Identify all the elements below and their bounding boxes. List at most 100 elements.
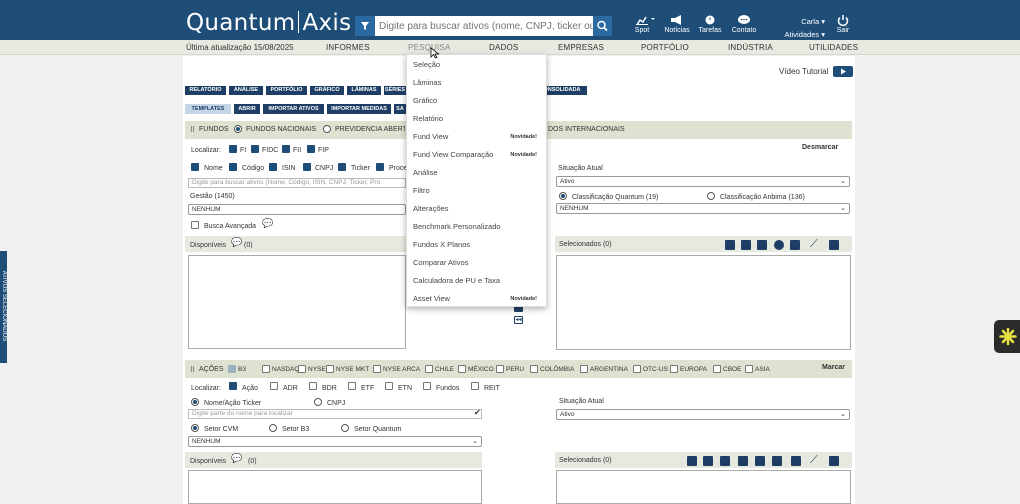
copy-icon[interactable] <box>829 456 839 466</box>
checkbox-etf[interactable] <box>348 382 356 390</box>
nav-industria[interactable]: INDÚSTRIA <box>728 43 773 52</box>
dropdown-item[interactable]: Seleção <box>413 60 440 69</box>
radio-class-anbima[interactable] <box>707 192 715 200</box>
contato-button[interactable]: Contato <box>726 14 762 34</box>
atividades-menu[interactable]: Atividades <box>785 30 820 39</box>
tab-portfolio[interactable]: PORTFÓLIO <box>266 86 307 95</box>
global-search-input[interactable] <box>375 16 593 36</box>
checkbox-isin[interactable] <box>269 163 277 171</box>
dropdown-item[interactable]: Análise <box>413 168 438 177</box>
marcar-link[interactable]: Marcar <box>822 364 845 371</box>
dropdown-item[interactable]: Comparar Ativos <box>413 258 468 267</box>
nav-dados[interactable]: DADOS <box>489 43 518 52</box>
coins-icon[interactable] <box>790 240 800 250</box>
radio-cnpj[interactable] <box>314 398 322 406</box>
checkbox-cnpj[interactable] <box>303 163 311 171</box>
acoes-search-input[interactable]: Digite parte do nome para localizar <box>188 409 482 419</box>
speech-bubble-icon[interactable]: 💬 <box>231 237 242 248</box>
market-checkbox[interactable] <box>262 365 270 373</box>
nav-empresas[interactable]: EMPRESAS <box>558 43 604 52</box>
tab-salvar[interactable]: SA <box>394 104 406 114</box>
help-widget-button[interactable] <box>994 320 1020 353</box>
fundos-situacao-select[interactable]: Ativo ⌄ <box>556 176 850 187</box>
tab-analise[interactable]: ANÁLISE <box>229 86 263 95</box>
search-button[interactable] <box>593 16 612 36</box>
noticias-button[interactable]: Notícias <box>659 14 695 34</box>
speech-bubble-icon[interactable]: 💬 <box>262 218 273 229</box>
filter-button[interactable] <box>355 16 375 36</box>
checkbox-adr[interactable] <box>270 382 278 390</box>
checkbox-busca-avancada[interactable] <box>191 221 199 229</box>
nav-informes[interactable]: INFORMES <box>326 43 370 52</box>
market-checkbox[interactable] <box>458 365 466 373</box>
dropdown-item[interactable]: Asset View <box>413 294 450 303</box>
hierarchy-icon[interactable] <box>772 456 782 466</box>
nav-portfolio[interactable]: PORTFÓLIO <box>641 43 689 52</box>
dropdown-item[interactable]: Fund View Comparação <box>413 150 493 159</box>
checkbox-fundos[interactable] <box>423 382 431 390</box>
list-icon[interactable] <box>738 456 748 466</box>
checkbox-fidc[interactable] <box>251 145 259 153</box>
radio-previdencia[interactable] <box>323 125 331 133</box>
market-checkbox[interactable] <box>228 365 236 373</box>
tab-relatorio[interactable]: RELATÓRIO <box>185 86 226 95</box>
dropdown-item[interactable]: Filtro <box>413 186 430 195</box>
tab-grafico[interactable]: GRÁFICO <box>310 86 344 95</box>
stack-icon[interactable] <box>757 240 767 250</box>
dropdown-item[interactable]: Fundos X Planos <box>413 240 470 249</box>
move-all-left-icon[interactable]: ◂◂ <box>514 316 523 324</box>
document-icon[interactable] <box>725 240 735 250</box>
radio-setor-b3[interactable] <box>269 424 277 432</box>
market-checkbox[interactable] <box>713 365 721 373</box>
copy-icon[interactable] <box>829 240 839 250</box>
tab-laminas[interactable]: LÂMINAS <box>347 86 381 95</box>
checkbox-reit[interactable] <box>471 382 479 390</box>
tab-importar-medidas[interactable]: IMPORTAR MEDIDAS <box>327 104 391 114</box>
class-select[interactable]: NENHUM ⌄ <box>556 203 850 214</box>
radio-setor-quantum[interactable] <box>341 424 349 432</box>
acoes-situacao-select[interactable]: Ativo ⌄ <box>556 409 850 420</box>
acoes-disponiveis-list[interactable] <box>188 470 482 504</box>
calculator-icon[interactable] <box>755 456 765 466</box>
checkbox-etn[interactable] <box>385 382 393 390</box>
market-checkbox[interactable] <box>373 365 381 373</box>
radio-class-quantum[interactable] <box>559 192 567 200</box>
fundos-disponiveis-list[interactable] <box>188 255 406 349</box>
checkbox-fip[interactable] <box>307 145 315 153</box>
nav-utilidades[interactable]: UTILIDADES <box>809 43 858 52</box>
checkbox-ticker[interactable] <box>338 163 346 171</box>
market-checkbox[interactable] <box>530 365 538 373</box>
checkbox-fii[interactable] <box>282 145 290 153</box>
market-checkbox[interactable] <box>496 365 504 373</box>
market-checkbox[interactable] <box>745 365 753 373</box>
radio-fundos-nacionais[interactable] <box>234 125 242 133</box>
video-tutorial-link[interactable]: Vídeo Tutorial <box>779 67 828 76</box>
stack-icon[interactable] <box>703 456 713 466</box>
video-play-button[interactable] <box>833 66 853 77</box>
dropdown-item[interactable]: Calculadora de PU e Taxa <box>413 276 500 285</box>
fundos-selecionados-list[interactable] <box>556 255 851 350</box>
document-icon[interactable] <box>687 456 697 466</box>
quantum-axis-logo[interactable]: Quantum Axis <box>186 10 351 36</box>
selected-assets-tab[interactable]: ATIVOS SELECIONADOS <box>0 251 7 363</box>
users-icon[interactable] <box>720 456 730 466</box>
money-bag-icon[interactable] <box>774 240 784 250</box>
acoes-selecionados-list[interactable] <box>556 470 851 504</box>
dropdown-item[interactable]: Gráfico <box>413 96 437 105</box>
newspaper-icon[interactable] <box>791 456 801 466</box>
radio-setor-cvm[interactable] <box>191 424 199 432</box>
checkbox-acao[interactable] <box>229 382 237 390</box>
line-chart-icon[interactable]: ⟋ <box>810 238 818 251</box>
market-checkbox[interactable] <box>580 365 588 373</box>
line-chart-icon[interactable]: ⟋ <box>810 454 818 467</box>
dropdown-item[interactable]: Relatório <box>413 114 443 123</box>
setor-select[interactable]: NENHUM ⌄ <box>188 436 482 447</box>
tarefas-button[interactable]: Tarefas <box>692 14 728 34</box>
market-checkbox[interactable] <box>670 365 678 373</box>
tab-abrir[interactable]: ABRIR <box>234 104 260 114</box>
market-checkbox[interactable] <box>633 365 641 373</box>
tab-importar-ativos[interactable]: IMPORTAR ATIVOS <box>263 104 324 114</box>
checkbox-codigo[interactable] <box>229 163 237 171</box>
document-list-icon[interactable] <box>741 240 751 250</box>
fundos-search-input[interactable]: Digite para buscar ativos (Nome, Código,… <box>188 178 406 188</box>
